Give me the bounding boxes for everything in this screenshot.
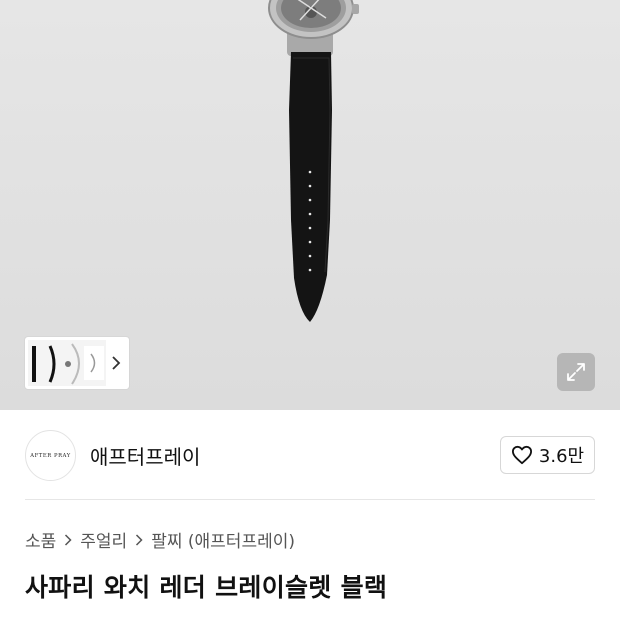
expand-button[interactable] [557, 353, 595, 391]
chevron-right-icon [135, 533, 143, 546]
heart-outline-icon [511, 445, 532, 465]
breadcrumb-item-3[interactable]: 팔찌 (애프터프레이) [151, 527, 295, 552]
breadcrumb-item-1[interactable]: 소품 [25, 527, 56, 552]
thumbnail-image[interactable] [28, 340, 106, 386]
like-count: 3.6만 [538, 446, 585, 467]
chevron-right-icon [64, 533, 72, 546]
thumbnail-strip[interactable] [25, 337, 129, 389]
seller-row: AFTER PRAY 애프터프레이 3.6만 [0, 410, 620, 500]
breadcrumb-item-2[interactable]: 주얼리 [80, 527, 127, 552]
breadcrumb: 소품 주얼리 팔찌 (애프터프레이) [25, 527, 295, 552]
expand-icon [567, 363, 585, 381]
seller-name[interactable]: 애프터프레이 [90, 441, 200, 470]
product-title: 사파리 와치 레더 브레이슬렛 블랙 [25, 573, 388, 602]
seller-logo-text: AFTER PRAY [30, 452, 71, 459]
chevron-right-icon[interactable] [107, 349, 125, 377]
product-image-gallery[interactable] [0, 0, 620, 410]
like-button[interactable]: 3.6만 [500, 436, 595, 474]
divider [25, 499, 595, 500]
seller-logo[interactable]: AFTER PRAY [25, 430, 76, 481]
